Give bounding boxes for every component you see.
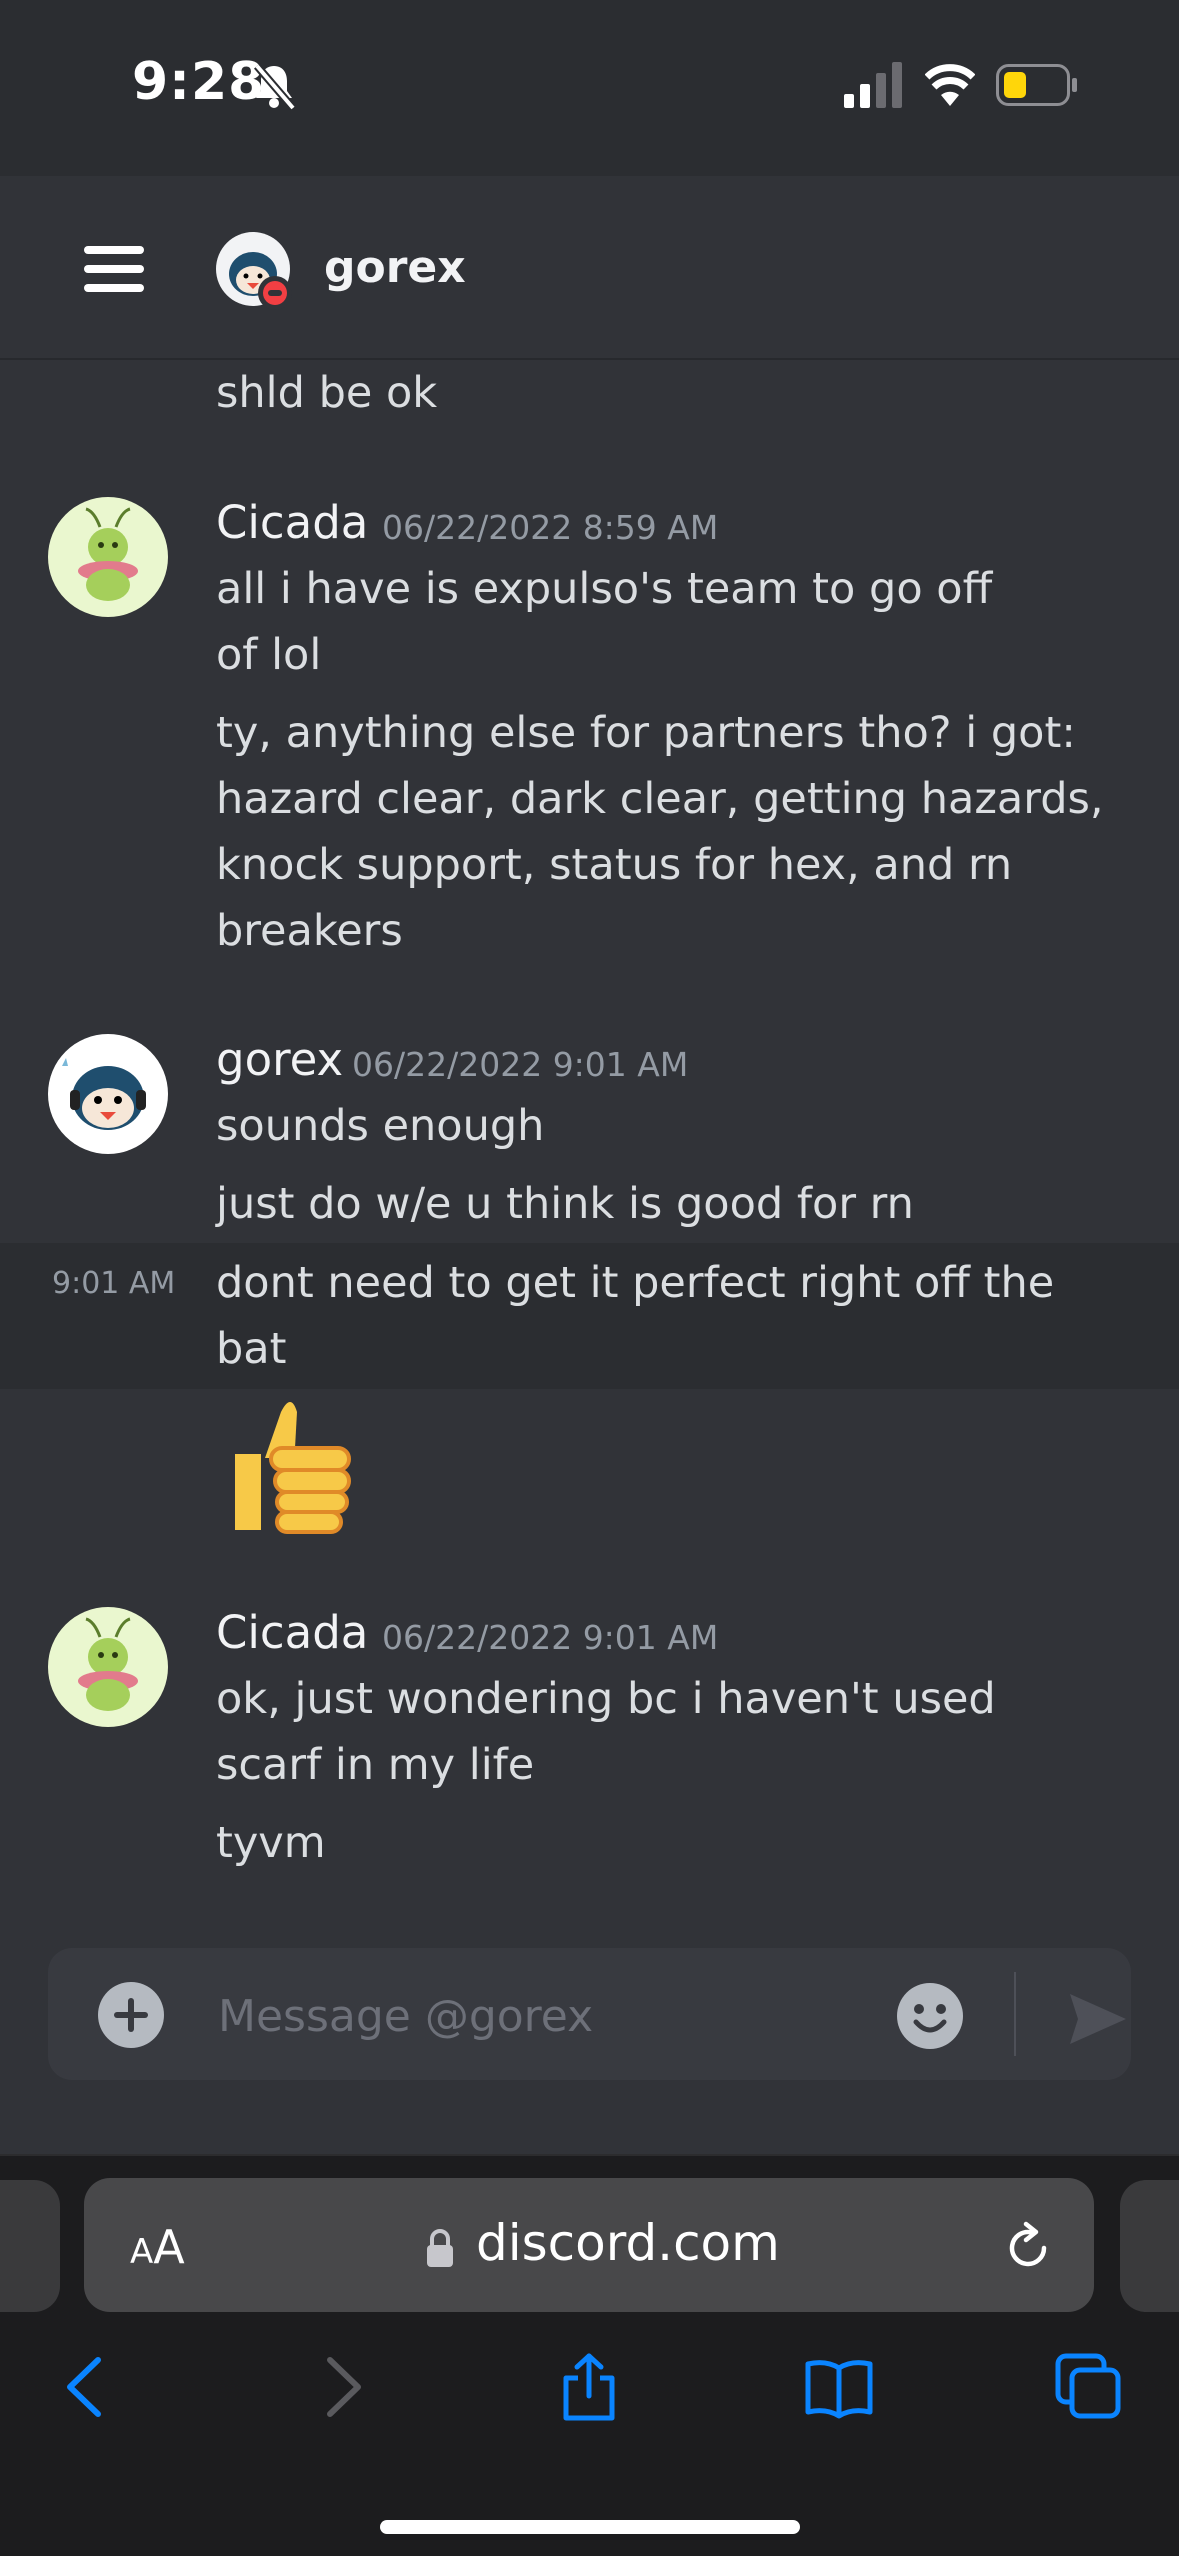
battery-icon <box>996 64 1077 106</box>
next-tab[interactable] <box>1120 2180 1179 2312</box>
message-author[interactable]: Cicada <box>216 1606 368 1659</box>
back-icon[interactable] <box>52 2352 122 2422</box>
channel-header <box>0 176 1179 360</box>
dnd-bar <box>268 290 282 296</box>
avatar[interactable] <box>48 1034 168 1154</box>
divider <box>0 2154 1179 2156</box>
message-text: ok, just wondering bc i haven't used sca… <box>216 1674 996 1790</box>
avatar[interactable] <box>48 1607 168 1727</box>
bookmarks-icon[interactable] <box>804 2352 874 2422</box>
reader-settings-button[interactable]: AA <box>130 2220 185 2274</box>
previous-tab[interactable] <box>0 2180 60 2312</box>
tabs-icon[interactable] <box>1054 2352 1124 2422</box>
message-text: tyvm <box>216 1818 326 1868</box>
reload-icon[interactable] <box>1000 2220 1056 2276</box>
forward-icon[interactable] <box>306 2352 376 2422</box>
message-author[interactable]: gorex <box>216 1033 343 1086</box>
avatar[interactable] <box>48 497 168 617</box>
message-author[interactable]: Cicada <box>216 496 368 549</box>
thumbs-up-emoji-icon <box>235 1402 351 1534</box>
message-text: dont need to get it perfect right off th… <box>216 1258 1055 1374</box>
bell-muted-icon <box>253 63 296 110</box>
message-timestamp: 9:01 AM <box>52 1266 176 1301</box>
message-input[interactable] <box>216 1980 860 2052</box>
page-title[interactable]: gorex <box>324 242 466 293</box>
divider <box>1014 1972 1016 2056</box>
cicada-avatar-icon <box>78 1617 138 1711</box>
plus-circle-icon[interactable] <box>98 1982 164 2048</box>
wifi-icon <box>925 64 975 106</box>
message-text: ty, anything else for partners tho? i go… <box>216 708 1104 956</box>
emoji-icon[interactable] <box>896 1982 964 2050</box>
message-text: sounds enough <box>216 1101 545 1151</box>
cicada-avatar-icon <box>78 507 138 601</box>
message-text: all i have is expulso's team to go off o… <box>216 564 993 680</box>
message-text: just do w/e u think is good for rn <box>216 1179 914 1229</box>
message-timestamp: 06/22/2022 8:59 AM <box>382 508 719 547</box>
aa-small-label: A <box>130 2232 154 2272</box>
aa-big-label: A <box>153 2220 185 2274</box>
lock-icon <box>427 2229 453 2267</box>
menu-icon[interactable] <box>84 246 144 292</box>
home-indicator <box>380 2520 800 2534</box>
url-text[interactable]: discord.com <box>476 2214 780 2272</box>
share-icon[interactable] <box>554 2352 624 2422</box>
message-text: shld be ok <box>216 368 438 418</box>
status-time: 9:28 <box>132 52 266 112</box>
send-icon[interactable] <box>1068 1992 1128 2046</box>
cellular-signal-icon <box>844 62 902 108</box>
message-timestamp: 06/22/2022 9:01 AM <box>352 1045 689 1084</box>
penguin-avatar-icon <box>62 1058 146 1130</box>
message-timestamp: 06/22/2022 9:01 AM <box>382 1618 719 1657</box>
